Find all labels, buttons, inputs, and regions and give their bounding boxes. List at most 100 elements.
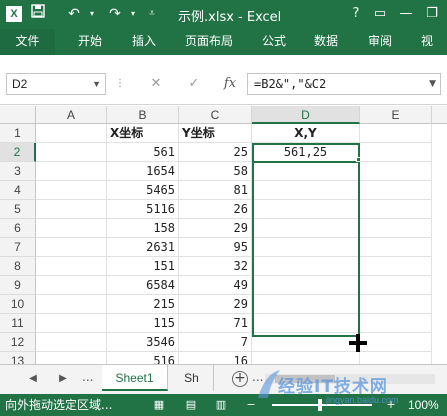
ribbon-display-icon[interactable]: ▭ (372, 6, 388, 22)
undo-icon[interactable]: ↶ (64, 4, 84, 24)
row-header[interactable]: 10 (0, 295, 36, 314)
expand-formula-icon[interactable]: ▼ (429, 74, 436, 94)
row-header[interactable]: 4 (0, 181, 36, 200)
cell-e[interactable] (360, 257, 432, 276)
cell-e[interactable] (360, 162, 432, 181)
cell-e[interactable] (360, 238, 432, 257)
help-icon[interactable]: ? (348, 6, 364, 22)
tab-home[interactable]: 开始 (70, 29, 110, 55)
cell-d[interactable] (252, 295, 360, 314)
cell-b[interactable]: 151 (107, 257, 179, 276)
add-sheet-button[interactable]: + (232, 371, 248, 387)
cell-b[interactable]: 3546 (107, 333, 179, 352)
row-header[interactable]: 12 (0, 333, 36, 352)
cell-d[interactable] (252, 181, 360, 200)
cell-a[interactable] (36, 333, 107, 352)
name-box-dropdown-icon[interactable]: ▼ (92, 74, 101, 94)
more-sheets-left[interactable]: ... (82, 370, 93, 384)
cell-a[interactable] (36, 124, 107, 143)
restore-icon[interactable]: ❐ (424, 6, 440, 22)
cell-c[interactable]: 71 (179, 314, 252, 333)
cell-d[interactable] (252, 219, 360, 238)
scrollbar-thumb[interactable] (275, 375, 335, 383)
column-header-b[interactable]: B (107, 106, 179, 124)
cell-e[interactable] (360, 219, 432, 238)
cell-a[interactable] (36, 352, 107, 364)
zoom-level[interactable]: 100% (408, 394, 439, 416)
fill-handle[interactable] (356, 157, 361, 162)
next-sheet-icon[interactable]: ▶ (56, 371, 70, 387)
row-header[interactable]: 13 (0, 352, 36, 364)
minimize-icon[interactable]: — (398, 6, 414, 22)
cell-e[interactable] (360, 181, 432, 200)
undo-dropdown-icon[interactable]: ▾ (87, 4, 97, 24)
column-header-d[interactable]: D (252, 106, 360, 124)
customize-toolbar-icon[interactable]: ⩡ (146, 4, 158, 24)
cell-a[interactable] (36, 257, 107, 276)
row-header[interactable]: 8 (0, 257, 36, 276)
tab-formulas[interactable]: 公式 (254, 29, 294, 55)
select-all-corner[interactable] (0, 106, 36, 124)
cell-c[interactable]: 58 (179, 162, 252, 181)
tab-file[interactable]: 文件 (0, 29, 55, 55)
cell-c[interactable]: 7 (179, 333, 252, 352)
row-header[interactable]: 11 (0, 314, 36, 333)
cell-b[interactable]: 115 (107, 314, 179, 333)
cell-b[interactable]: 215 (107, 295, 179, 314)
cell-e[interactable] (360, 276, 432, 295)
cell-a[interactable] (36, 181, 107, 200)
tab-insert[interactable]: 插入 (124, 29, 164, 55)
cell-c[interactable]: 32 (179, 257, 252, 276)
cell-d[interactable] (252, 276, 360, 295)
cell-b[interactable]: 561 (107, 143, 179, 162)
cell-d[interactable] (252, 352, 360, 364)
cell-c[interactable]: 29 (179, 219, 252, 238)
cell-e[interactable] (360, 295, 432, 314)
tab-sheet1[interactable]: Sheet1 (102, 365, 168, 391)
cell-b[interactable]: 2631 (107, 238, 179, 257)
row-header[interactable]: 7 (0, 238, 36, 257)
cell-a[interactable] (36, 276, 107, 295)
cell-c[interactable]: 81 (179, 181, 252, 200)
cell-e[interactable] (360, 200, 432, 219)
cell-c[interactable]: Y坐标 (179, 124, 252, 143)
cell-c[interactable]: 26 (179, 200, 252, 219)
zoom-out-icon[interactable]: − (244, 398, 258, 412)
cell-a[interactable] (36, 200, 107, 219)
worksheet-grid[interactable]: A B C D E 1 X坐标 Y坐标 X,Y 2 561 25 561,25 3 1654 58 4… (0, 106, 447, 364)
cell-b[interactable]: 5116 (107, 200, 179, 219)
cell-c[interactable]: 29 (179, 295, 252, 314)
cancel-icon[interactable]: ✕ (146, 73, 166, 95)
zoom-in-icon[interactable]: + (384, 398, 398, 412)
row-header[interactable]: 3 (0, 162, 36, 181)
column-header-e[interactable]: E (360, 106, 432, 124)
cell-c[interactable]: 49 (179, 276, 252, 295)
cell-c[interactable]: 25 (179, 143, 252, 162)
cell-b[interactable]: X坐标 (107, 124, 179, 143)
cell-d[interactable] (252, 333, 360, 352)
more-sheets-right[interactable]: ... (252, 370, 263, 384)
tab-data[interactable]: 数据 (306, 29, 346, 55)
page-break-view-icon[interactable]: ▥ (214, 398, 228, 412)
cell-e[interactable] (360, 333, 432, 352)
cell-e[interactable] (360, 352, 432, 364)
tab-review[interactable]: 审阅 (360, 29, 400, 55)
row-header[interactable]: 6 (0, 219, 36, 238)
cell-d[interactable] (252, 238, 360, 257)
redo-icon[interactable]: ↷ (105, 4, 125, 24)
zoom-slider-knob[interactable] (318, 399, 322, 411)
cell-a[interactable] (36, 295, 107, 314)
cell-b[interactable]: 158 (107, 219, 179, 238)
save-icon[interactable] (30, 4, 46, 24)
redo-dropdown-icon[interactable]: ▾ (128, 4, 138, 24)
cell-a[interactable] (36, 143, 107, 162)
row-header[interactable]: 9 (0, 276, 36, 295)
zoom-slider[interactable] (272, 404, 372, 406)
column-header-c[interactable]: C (179, 106, 252, 124)
tab-sheet-partial[interactable]: Sh (170, 365, 214, 391)
cell-d[interactable]: 561,25 (252, 143, 360, 162)
cell-d[interactable]: X,Y (252, 124, 360, 143)
cell-c[interactable]: 95 (179, 238, 252, 257)
normal-view-icon[interactable]: ▦ (152, 398, 166, 412)
enter-icon[interactable]: ✓ (184, 73, 204, 95)
